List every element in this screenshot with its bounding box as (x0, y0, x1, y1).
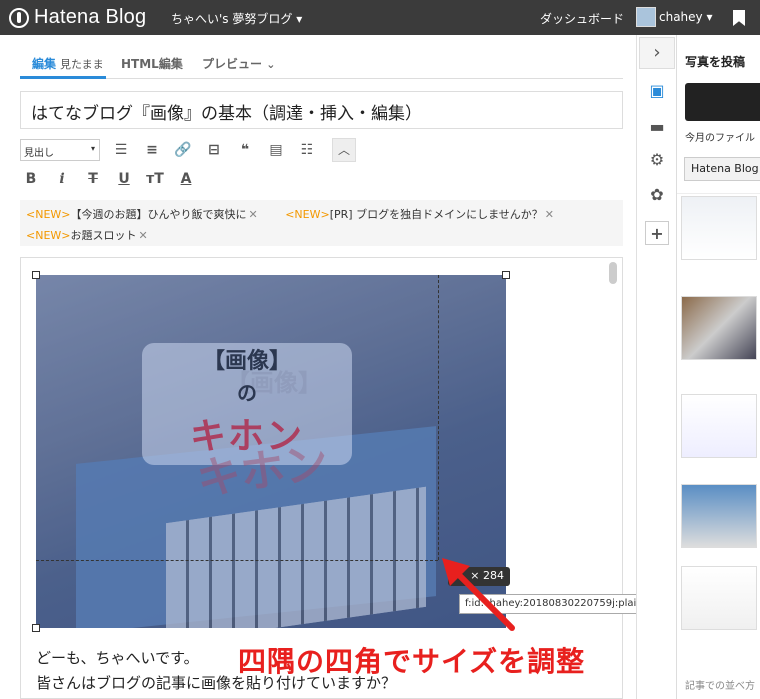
font-size-icon[interactable]: тT (144, 168, 166, 190)
resize-guide-horizontal (36, 560, 438, 561)
thumbnail[interactable] (681, 196, 757, 260)
bullet-list-icon[interactable]: ☰ (110, 139, 132, 161)
toolbar-row-1: 見出し ☰ ≡ 🔗 ⊟ ❝ ▤ ☷ ︿ (20, 137, 356, 163)
expand-icon[interactable]: › (639, 37, 675, 69)
body-paragraph: どーも、ちゃへいです。 (36, 649, 199, 667)
link-icon[interactable]: 🔗 (172, 139, 194, 161)
editor-scrollbar[interactable] (609, 262, 617, 284)
tab-html-edit[interactable]: HTML編集 (121, 55, 183, 72)
selection-overlay (36, 275, 506, 628)
news-item[interactable]: <NEW>[PR] ブログを独自ドメインにしませんか？ ✕ (285, 208, 554, 221)
new-badge: <NEW> (26, 229, 71, 242)
bold-icon[interactable]: B (20, 168, 42, 190)
user-menu[interactable]: chahey ▾ (659, 10, 713, 24)
dashboard-link[interactable]: ダッシュボード (540, 10, 624, 27)
resize-handle-bottom-left[interactable] (32, 624, 40, 632)
blog-name-menu[interactable]: ちゃへい's 夢努ブログ ▾ (171, 10, 302, 27)
thumbnail[interactable] (681, 296, 757, 360)
body-paragraph: 皆さんはブログの記事に画像を貼り付けていますか？ (36, 674, 397, 692)
more-line-icon[interactable]: ⊟ (203, 139, 225, 161)
close-icon[interactable]: ✕ (545, 208, 554, 221)
news-item[interactable]: <NEW>【今週のお題】ひんやり飯で爽快に ✕ (26, 208, 258, 221)
gear-icon[interactable]: ⚙ (645, 148, 669, 172)
news-text: [PR] ブログを独自ドメインにしませんか？ (329, 208, 543, 221)
month-files-label: 今月のファイル (685, 133, 755, 144)
italic-icon[interactable]: i (51, 168, 73, 190)
table-of-contents-icon[interactable]: ▤ (265, 139, 287, 161)
news-text: お題スロット (70, 229, 137, 242)
quote-icon[interactable]: ❝ (234, 139, 256, 161)
underline-icon[interactable]: U (113, 168, 135, 190)
news-item[interactable]: <NEW>お題スロット ✕ (26, 229, 148, 242)
font-color-icon[interactable]: A (175, 168, 197, 190)
heading-select[interactable]: 見出し (20, 139, 100, 161)
close-icon[interactable]: ✕ (249, 208, 258, 221)
post-title-input[interactable]: はてなブログ『画像』の基本（調達・挿入・編集） (20, 91, 623, 129)
resize-guide-vertical (438, 275, 439, 560)
chevron-down-icon: ⌄ (266, 58, 276, 71)
active-tab-indicator (20, 76, 106, 79)
tab-edit-label: 編集 (32, 57, 57, 71)
news-text: 【今週のお題】ひんやり飯で爽快に (70, 208, 247, 221)
resize-handle-top-left[interactable] (32, 271, 40, 279)
tab-edit-wysiwyg[interactable]: 編集 見たまま (32, 55, 104, 72)
thumbnail[interactable] (681, 566, 757, 630)
avatar[interactable] (636, 7, 656, 27)
strikethrough-icon[interactable]: T (82, 168, 104, 190)
hatena-logo-icon (9, 7, 29, 28)
collapse-toolbar-button[interactable]: ︿ (332, 138, 356, 162)
upload-button[interactable] (685, 83, 760, 121)
news-bar: <NEW>【今週のお題】ひんやり飯で爽快に ✕ <NEW>[PR] ブログを独自ド… (20, 200, 623, 246)
bookmark-icon[interactable] (733, 10, 745, 26)
thumbnail[interactable] (681, 394, 757, 458)
new-badge: <NEW> (285, 208, 330, 221)
blog-name-label: ちゃへい's 夢努ブログ (171, 12, 293, 26)
plus-icon[interactable]: + (645, 221, 669, 245)
thumbnail[interactable] (681, 484, 757, 548)
album-select[interactable]: Hatena Blog (684, 157, 760, 181)
photo-panel: 写真を投稿 今月のファイル Hatena Blog 記事での並べ方 (676, 35, 760, 699)
tab-preview-label: プレビュー (202, 57, 263, 71)
logo-text: Hatena Blog (34, 6, 147, 28)
folder-icon[interactable]: ▬ (645, 115, 669, 139)
inserted-image[interactable]: 【画像】 キホン 【画像】 の キホン (36, 275, 506, 628)
evernote-icon[interactable]: ✿ (645, 183, 669, 207)
numbered-list-icon[interactable]: ≡ (141, 139, 163, 161)
panel-title: 写真を投稿 (685, 55, 746, 69)
thumbnail-list (677, 193, 760, 663)
editor-tabs: 編集 見たまま HTML編集 プレビュー ⌄ (20, 52, 623, 79)
resize-handle-top-right[interactable] (502, 271, 510, 279)
toolbar-row-2: B i T U тT A (20, 166, 197, 192)
tab-preview[interactable]: プレビュー ⌄ (202, 55, 275, 72)
photo-icon[interactable]: ▣ (645, 79, 669, 103)
sort-label: 記事での並べ方 (685, 681, 755, 692)
arrow-icon (442, 558, 515, 631)
hatena-blog-logo[interactable]: Hatena Blog (9, 6, 146, 29)
global-header: Hatena Blog ちゃへい's 夢努ブログ ▾ ダッシュボード chahe… (0, 0, 760, 35)
user-name: chahey (659, 10, 703, 24)
new-badge: <NEW> (26, 208, 71, 221)
sidebar-icon-rail: › ▣ ▬ ⚙ ✿ + (636, 35, 676, 699)
tab-edit-sub: 見たまま (60, 58, 104, 71)
insert-code-icon[interactable]: ☷ (296, 139, 318, 161)
close-icon[interactable]: ✕ (139, 229, 148, 242)
